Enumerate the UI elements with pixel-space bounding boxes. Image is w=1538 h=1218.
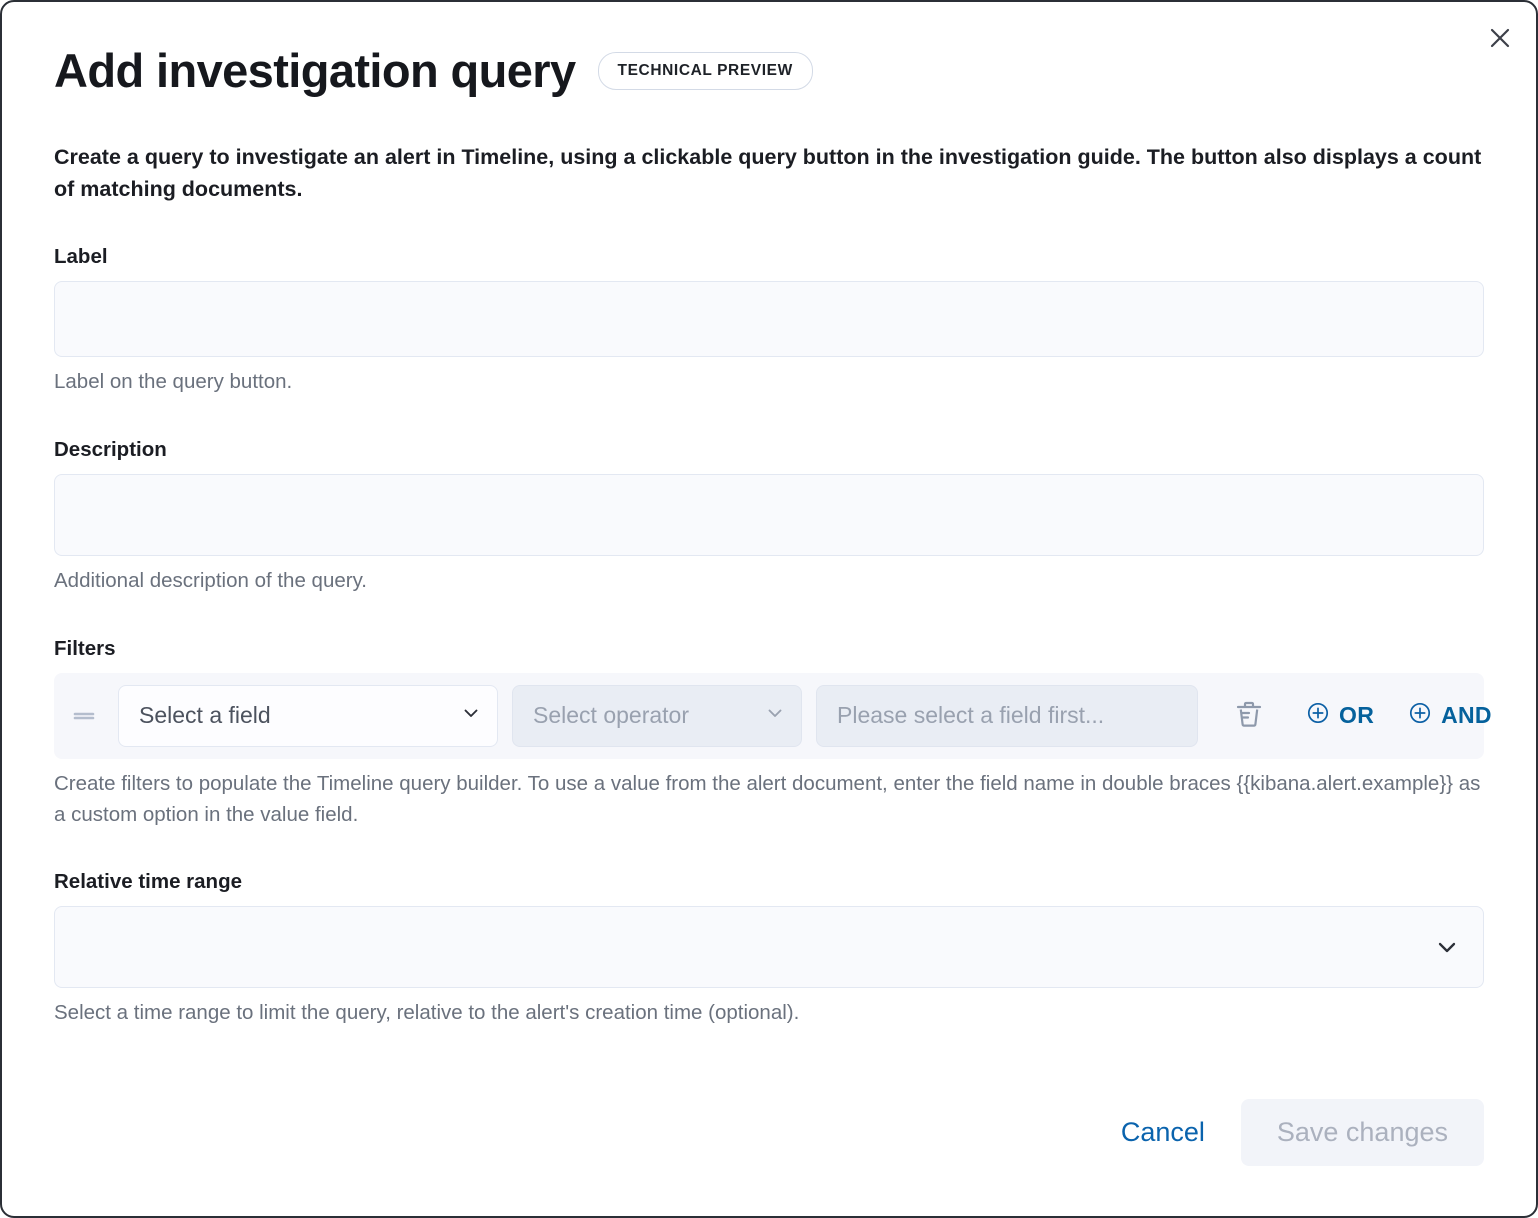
plus-circle-icon [1306,701,1330,731]
filters-help-text: Create filters to populate the Timeline … [54,769,1484,831]
filter-value-placeholder: Please select a field first... [837,702,1104,729]
label-field-label: Label [54,245,1484,269]
drag-handle-icon[interactable] [64,708,104,724]
label-input[interactable] [54,281,1484,357]
plus-circle-icon [1408,701,1432,731]
filter-field-select[interactable]: Select a field [118,685,498,747]
label-field-group: Label Label on the query button. [54,245,1484,398]
chevron-down-icon [1433,933,1461,961]
save-changes-button[interactable]: Save changes [1241,1099,1484,1166]
add-investigation-query-modal: Add investigation query TECHNICAL PREVIE… [0,0,1538,1218]
filter-row: Select a field Select operator [54,673,1484,759]
description-field-label: Description [54,438,1484,462]
trash-icon [1234,698,1264,733]
intro-text: Create a query to investigate an alert i… [54,141,1484,206]
relative-time-range-select[interactable] [54,906,1484,988]
add-or-filter-label: OR [1339,702,1374,729]
chevron-down-icon [461,702,481,729]
filter-operator-value: Select operator [533,702,689,729]
relative-time-range-label: Relative time range [54,870,1484,894]
modal-header: Add investigation query TECHNICAL PREVIE… [2,2,1536,97]
label-help-text: Label on the query button. [54,367,1484,398]
filters-field-label: Filters [54,637,1484,661]
cancel-button[interactable]: Cancel [1095,1103,1231,1162]
close-button[interactable] [1480,18,1520,58]
filter-value-input[interactable]: Please select a field first... [816,685,1198,747]
add-or-filter-button[interactable]: OR [1306,701,1374,731]
filter-field-value: Select a field [139,702,271,729]
description-help-text: Additional description of the query. [54,566,1484,597]
add-and-filter-label: AND [1441,702,1492,729]
relative-time-range-help-text: Select a time range to limit the query, … [54,998,1484,1029]
page-title: Add investigation query [54,46,576,97]
close-icon [1488,26,1512,50]
description-field-group: Description Additional description of th… [54,438,1484,597]
filter-operator-select[interactable]: Select operator [512,685,802,747]
add-and-filter-button[interactable]: AND [1408,701,1492,731]
filters-field-group: Filters Select a field Sel [54,637,1484,831]
modal-body: Create a query to investigate an alert i… [2,141,1536,1029]
relative-time-range-group: Relative time range Select a time range … [54,870,1484,1029]
delete-filter-button[interactable] [1226,693,1272,739]
modal-footer: Cancel Save changes [54,1099,1484,1166]
chevron-down-icon [765,702,785,729]
technical-preview-badge: TECHNICAL PREVIEW [598,52,813,90]
description-input[interactable] [54,474,1484,556]
